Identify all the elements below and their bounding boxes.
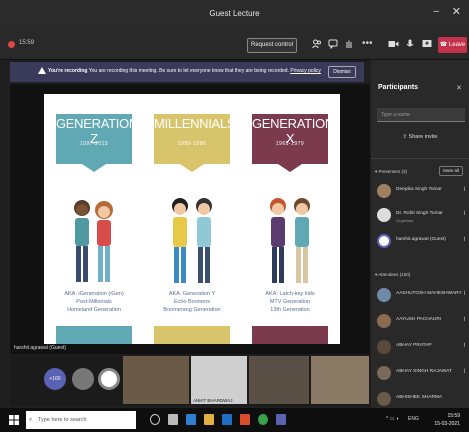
participant-search-input[interactable]: Type a name <box>377 108 465 122</box>
search-icon: ⌕ <box>29 417 33 423</box>
participant-row[interactable]: AASHUTOSH MAHESHWARY ǀ <box>377 286 465 308</box>
participants-icon[interactable] <box>312 39 322 49</box>
participants-panel: Participants ✕ Type a name ⇪ Share invit… <box>371 60 469 408</box>
share-screen-icon[interactable] <box>422 39 432 49</box>
presentation-slide: GENERATION Z 1997-2015 MILLENNIALS 1980-… <box>44 94 340 344</box>
teams-icon[interactable] <box>276 414 286 425</box>
participant-video-tile[interactable] <box>123 356 189 404</box>
file-explorer-icon[interactable] <box>204 414 214 425</box>
system-tray-icons[interactable]: ^ ▭ ◖ <box>386 416 399 422</box>
gen-z-aka: AKA: iGeneration (iGen) Post-Millenials … <box>64 291 124 313</box>
participant-video-tile[interactable] <box>249 356 309 404</box>
gen-x-people-illustration <box>270 198 310 283</box>
gen-x-aka: AKA: Latch-key kids MTV Generation 13th … <box>265 291 315 313</box>
mic-icon: ǀ <box>463 237 465 243</box>
mic-icon: ǀ <box>463 187 465 193</box>
recording-message: You're recording You are recording this … <box>48 68 321 74</box>
avatar <box>377 184 391 198</box>
more-actions-icon[interactable]: ••• <box>362 39 373 49</box>
avatar <box>377 340 391 354</box>
raise-hand-icon[interactable] <box>344 39 354 49</box>
request-control-button[interactable]: Request control <box>247 38 297 53</box>
close-icon[interactable]: ✕ <box>452 5 461 18</box>
millennials-footer-bar <box>154 326 230 344</box>
recording-icon <box>8 41 15 48</box>
participant-row[interactable]: ABHAY PRATAP ǀ <box>377 338 465 360</box>
meeting-control-bar: 15:59 Request control ••• ☎ Leave <box>0 30 469 60</box>
taskbar-search-input[interactable]: ⌕ Type here to search <box>26 411 136 429</box>
chrome-icon[interactable] <box>258 414 268 425</box>
mic-icon: ǀ <box>463 211 465 217</box>
participant-row[interactable]: ABHISHEK SHARMA <box>377 390 465 408</box>
mic-icon: ǀ <box>463 343 465 349</box>
presenter-name-tag: harshit.agrawal (Guest) <box>12 344 68 352</box>
gen-x-header: GENERATION X 1965-1979 <box>252 114 334 172</box>
avatar <box>377 392 391 406</box>
participant-video-tile[interactable] <box>311 356 369 404</box>
avatar <box>377 366 391 380</box>
window-title: Guest Lecture <box>209 9 260 18</box>
shared-screen: GENERATION Z 1997-2015 MILLENNIALS 1980-… <box>10 84 370 354</box>
language-indicator[interactable]: ENG <box>408 416 419 422</box>
millennials-aka: AKA: Generation Y Echo Boomers Boomerang… <box>163 291 221 313</box>
chat-icon[interactable] <box>328 39 338 49</box>
avatar <box>377 208 391 222</box>
panel-title: Participants <box>378 84 419 91</box>
teams-meeting-window: Guest Lecture – ✕ 15:59 Request control … <box>0 0 469 432</box>
recording-banner: You're recording You are recording this … <box>10 62 364 82</box>
gen-z-people-illustration <box>74 200 113 282</box>
participant-row[interactable]: Deepika Singh Tomar ǀ <box>377 182 465 204</box>
mic-icon: ǀ <box>463 369 465 375</box>
presenters-section-header[interactable]: ▾ Presenters (3) <box>375 169 407 175</box>
avatar <box>377 314 391 328</box>
gen-z-header: GENERATION Z 1997-2015 <box>56 114 138 172</box>
avatar <box>377 234 391 248</box>
gen-x-footer-bar <box>252 326 328 344</box>
participant-row[interactable]: Dr. Rohit Singh Tomar Organiser ǀ <box>377 206 465 228</box>
windows-taskbar: ⌕ Type here to search ^ ▭ ◖ ENG 15:59 15… <box>0 408 469 432</box>
avatar <box>377 288 391 302</box>
windows-start-icon[interactable] <box>9 415 19 425</box>
close-panel-icon[interactable]: ✕ <box>456 84 462 92</box>
participant-strip: +166 ANKIT BHARDWAJ <box>10 354 370 406</box>
taskbar-clock[interactable]: 15:59 15-03-2021 <box>434 412 460 428</box>
dismiss-button[interactable]: Dismiss <box>328 66 356 78</box>
mic-icon: ǀ <box>463 291 465 297</box>
store-icon[interactable] <box>222 414 232 425</box>
mic-icon[interactable] <box>406 39 414 49</box>
title-bar: Guest Lecture – ✕ <box>0 0 469 30</box>
participant-avatar <box>72 368 94 390</box>
gen-z-footer-bar <box>56 326 132 344</box>
camera-off-icon[interactable] <box>388 39 399 49</box>
participant-video-tile[interactable]: ANKIT BHARDWAJ <box>191 356 247 404</box>
share-invite-button[interactable]: ⇪ Share invite <box>371 134 469 140</box>
meeting-timer: 15:59 <box>19 40 35 46</box>
millennials-people-illustration <box>172 198 212 283</box>
minimize-icon[interactable]: – <box>433 6 439 17</box>
participant-row[interactable]: harshit.agrawal (Guest) ǀ <box>377 232 465 254</box>
more-participants-button[interactable]: +166 <box>44 368 66 390</box>
mic-icon: ǀ <box>463 317 465 323</box>
edge-icon[interactable] <box>186 414 196 425</box>
participant-avatar <box>98 368 120 390</box>
participant-row[interactable]: AAYUSH PACHAURI ǀ <box>377 312 465 334</box>
task-view-icon[interactable] <box>168 414 178 425</box>
warning-icon <box>38 67 46 74</box>
cortana-icon[interactable] <box>150 414 160 425</box>
phone-icon: ☎ <box>439 42 449 48</box>
attendees-section-header[interactable]: ▾ Attendees (150) <box>375 272 410 278</box>
privacy-policy-link[interactable]: Privacy policy <box>290 68 321 74</box>
leave-button[interactable]: ☎ Leave <box>438 37 467 53</box>
office-icon[interactable] <box>240 414 250 425</box>
mute-all-button[interactable]: Mute all <box>439 166 463 176</box>
participant-row[interactable]: ABHAY SINGH RAJAWAT ǀ <box>377 364 465 386</box>
divider <box>371 158 469 159</box>
millennials-header: MILLENNIALS 1980-1996 <box>154 114 236 172</box>
